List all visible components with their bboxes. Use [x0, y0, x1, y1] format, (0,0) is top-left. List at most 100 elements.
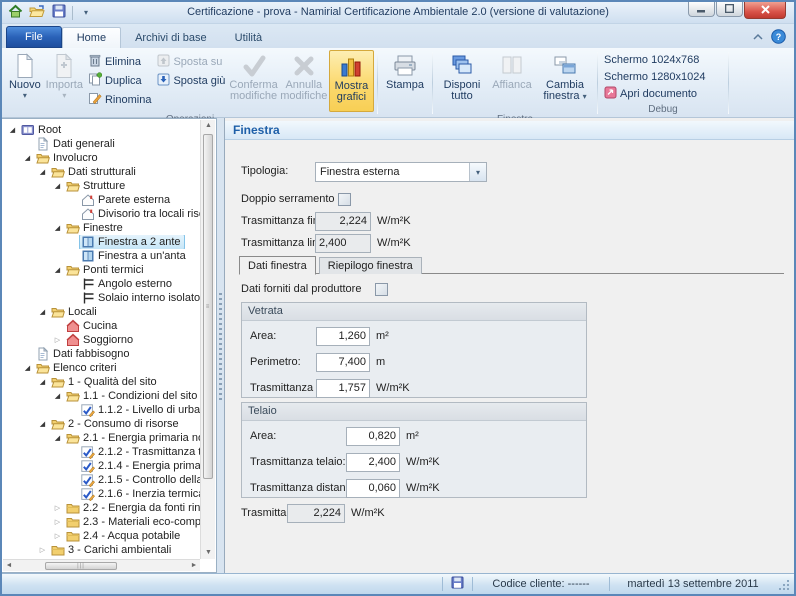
nuovo-button[interactable]: Nuovo ▾	[6, 50, 44, 112]
vertical-scroll-thumb[interactable]: ≡	[203, 134, 213, 479]
tree-item[interactable]: ▷Soggiorno	[4, 333, 200, 347]
tree-item[interactable]: ◢2.1 - Energia primaria non rinn	[4, 431, 200, 445]
scroll-right-icon[interactable]: ►	[188, 560, 200, 572]
tree-item[interactable]: 2.1.2 - Trasmittanza termi	[4, 445, 200, 459]
tree-item[interactable]: ◢Ponti termici	[4, 263, 200, 277]
tree-item-content[interactable]: 2.1.6 - Inerzia termica dell	[79, 487, 200, 501]
tree-item[interactable]: Angolo esterno	[4, 277, 200, 291]
tipologia-dropdown-button[interactable]: ▾	[469, 163, 486, 181]
expand-arrow-icon[interactable]: ▷	[51, 504, 64, 512]
tree-item[interactable]: ▷2.3 - Materiali eco-compatibili	[4, 515, 200, 529]
collapse-arrow-icon[interactable]: ◢	[51, 266, 64, 274]
tab-home[interactable]: Home	[62, 27, 121, 48]
tree-item[interactable]: 2.1.6 - Inerzia termica dell	[4, 487, 200, 501]
tree-item[interactable]: Cucina	[4, 319, 200, 333]
schermo-1280-button[interactable]: Schermo 1280x1024	[601, 68, 725, 85]
tree-item[interactable]: Finestra a 2 ante	[4, 235, 200, 249]
tab-utilita[interactable]: Utilità	[221, 28, 277, 48]
expand-arrow-icon[interactable]: ▷	[51, 532, 64, 540]
trasmittanza-finestra-field[interactable]: 2,224	[315, 212, 371, 231]
tree-item-content[interactable]: 2.1 - Energia primaria non rinn	[64, 431, 200, 445]
tipologia-select[interactable]: Finestra esterna ▾	[315, 162, 487, 182]
tree-vertical-scrollbar[interactable]: ▲ ≡ ▼	[200, 120, 215, 559]
collapse-arrow-icon[interactable]: ◢	[51, 392, 64, 400]
tree-item-content[interactable]: 2.2 - Energia da fonti rinnovab	[64, 501, 200, 515]
collapse-arrow-icon[interactable]: ◢	[21, 364, 34, 372]
tree-item-content[interactable]: 2 - Consumo di risorse	[49, 417, 183, 431]
mostra-grafici-button[interactable]: Mostra grafici	[329, 50, 374, 112]
collapse-arrow-icon[interactable]: ◢	[36, 420, 49, 428]
maximize-button[interactable]	[716, 2, 743, 17]
tab-riepilogo-finestra[interactable]: Riepilogo finestra	[319, 257, 422, 274]
tree-item-content[interactable]: Root	[19, 123, 65, 137]
tree-item[interactable]: ◢Involucro	[4, 151, 200, 165]
scroll-down-icon[interactable]: ▼	[201, 547, 216, 559]
produttore-checkbox[interactable]	[375, 283, 388, 296]
trasmittanza-distanziatore-field[interactable]: 0,060	[346, 479, 400, 498]
tree-item[interactable]: Parete esterna	[4, 193, 200, 207]
collapse-arrow-icon[interactable]: ◢	[36, 378, 49, 386]
tree-item[interactable]: ▷2.4 - Acqua potabile	[4, 529, 200, 543]
tree-item[interactable]: ◢Locali	[4, 305, 200, 319]
tree-item[interactable]: ◢1.1 - Condizioni del sito	[4, 389, 200, 403]
tree-item-content[interactable]: 2.1.2 - Trasmittanza termi	[79, 445, 200, 459]
tree-item-content[interactable]: Elenco criteri	[34, 361, 121, 375]
tree-item[interactable]: ◢Strutture	[4, 179, 200, 193]
collapse-arrow-icon[interactable]: ◢	[36, 168, 49, 176]
tree-item-content[interactable]: Locali	[49, 305, 101, 319]
cambia-finestra-button[interactable]: Cambia finestra ▾	[536, 50, 594, 112]
scroll-left-icon[interactable]: ◄	[3, 560, 15, 572]
tree-item-content[interactable]: 2.4 - Acqua potabile	[64, 529, 184, 543]
doppio-serramento-checkbox[interactable]	[338, 193, 351, 206]
tree-item[interactable]: ◢Elenco criteri	[4, 361, 200, 375]
trasmittanza-telaio-field[interactable]: 2,400	[346, 453, 400, 472]
tree-item[interactable]: 2.1.4 - Energia primaria pe	[4, 459, 200, 473]
duplica-button[interactable]: Duplica	[85, 72, 154, 89]
tree-item-content[interactable]: Parete esterna	[79, 193, 174, 207]
tab-dati-finestra[interactable]: Dati finestra	[239, 256, 316, 275]
tree-item-content[interactable]: 1.1 - Condizioni del sito	[64, 389, 200, 403]
tree-item-content[interactable]: Involucro	[34, 151, 102, 165]
vetrata-area-field[interactable]: 1,260	[316, 327, 370, 346]
tree-item[interactable]: Dati generali	[4, 137, 200, 151]
perimetro-field[interactable]: 7,400	[316, 353, 370, 372]
expand-arrow-icon[interactable]: ▷	[36, 546, 49, 554]
collapse-arrow-icon[interactable]: ◢	[21, 154, 34, 162]
apri-documento-button[interactable]: Apri documento	[601, 85, 725, 102]
panel-splitter[interactable]	[217, 118, 224, 573]
tree-item-content[interactable]: Soggiorno	[64, 333, 137, 347]
tree-item-selected[interactable]: Finestra a 2 ante	[79, 235, 185, 249]
expand-arrow-icon[interactable]: ▷	[51, 336, 64, 344]
tree-item[interactable]: Divisorio tra locali riscaldati	[4, 207, 200, 221]
tree-item-content[interactable]: 3 - Carichi ambientali	[49, 543, 175, 557]
close-button[interactable]	[744, 2, 786, 19]
collapse-arrow-icon[interactable]: ◢	[51, 182, 64, 190]
tree-item-content[interactable]: Strutture	[64, 179, 129, 193]
tree-item-content[interactable]: 1 - Qualità del sito	[49, 375, 161, 389]
tree-horizontal-scrollbar[interactable]: ◄ ||| ►	[3, 559, 200, 571]
tree-item-content[interactable]: Finestre	[64, 221, 127, 235]
tree-item-content[interactable]: Dati strutturali	[49, 165, 140, 179]
disponi-tutto-button[interactable]: Disponi tutto	[436, 50, 488, 112]
sposta-giu-button[interactable]: Sposta giù	[154, 72, 228, 89]
tree-item-content[interactable]: Divisorio tra locali riscaldati	[79, 207, 200, 221]
minimize-ribbon-button[interactable]	[753, 32, 763, 44]
tab-file[interactable]: File	[6, 26, 62, 48]
minimize-button[interactable]	[688, 2, 715, 17]
tree-item-content[interactable]: Ponti termici	[64, 263, 148, 277]
collapse-arrow-icon[interactable]: ◢	[36, 308, 49, 316]
expand-arrow-icon[interactable]: ▷	[51, 518, 64, 526]
tree-item-content[interactable]: Cucina	[64, 319, 121, 333]
tree-item[interactable]: ▷3 - Carichi ambientali	[4, 543, 200, 557]
tree-item[interactable]: ◢Dati strutturali	[4, 165, 200, 179]
tree-item-content[interactable]: Dati generali	[34, 137, 119, 151]
collapse-arrow-icon[interactable]: ◢	[51, 224, 64, 232]
tree-item-content[interactable]: 2.3 - Materiali eco-compatibili	[64, 515, 200, 529]
tree-item[interactable]: ◢2 - Consumo di risorse	[4, 417, 200, 431]
tree-item-content[interactable]: 2.1.4 - Energia primaria pe	[79, 459, 200, 473]
tree-item-content[interactable]: Solaio interno isolato all'est	[79, 291, 200, 305]
horizontal-scroll-thumb[interactable]: |||	[45, 562, 117, 570]
tree-item[interactable]: 1.1.2 - Livello di urbanizzaz	[4, 403, 200, 417]
trasmittanza-field[interactable]: 2,224	[287, 504, 345, 523]
elimina-button[interactable]: Elimina	[85, 53, 154, 70]
